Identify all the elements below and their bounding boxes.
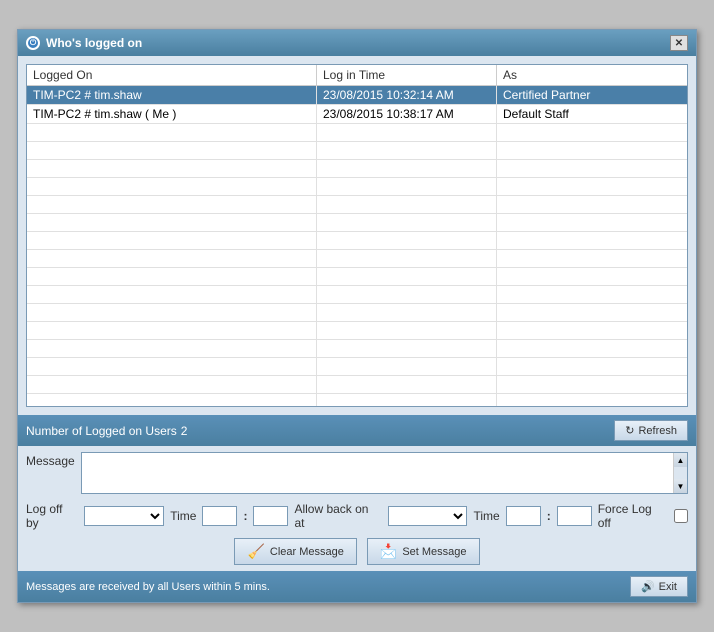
cell-logged-on-1: TIM-PC2 # tim.shaw ( Me ) (27, 105, 317, 123)
colon-separator: : (243, 509, 247, 523)
title-bar-left: ⏻ Who's logged on (26, 36, 142, 50)
table-row (27, 232, 687, 250)
message-scrollbar: ▲ ▼ (673, 453, 687, 493)
refresh-button[interactable]: ↻ Refresh (614, 420, 688, 441)
close-button[interactable]: ✕ (670, 35, 688, 51)
table-row (27, 196, 687, 214)
status-left: Number of Logged on Users 2 (26, 424, 187, 438)
message-input[interactable] (82, 453, 671, 493)
table-row (27, 304, 687, 322)
col-login-time: Log in Time (317, 65, 497, 85)
table-row (27, 178, 687, 196)
scroll-down-arrow[interactable]: ▼ (674, 479, 687, 493)
table-scroll[interactable]: TIM-PC2 # tim.shaw 23/08/2015 10:32:14 A… (27, 86, 687, 406)
main-window: ⏻ Who's logged on ✕ Logged On Log in Tim… (17, 29, 697, 603)
message-label: Message (26, 452, 75, 468)
content-area: Logged On Log in Time As TIM-PC2 # tim.s… (18, 56, 696, 415)
set-message-icon: 📩 (380, 543, 397, 560)
table-row (27, 286, 687, 304)
table-row (27, 268, 687, 286)
table-header: Logged On Log in Time As (27, 65, 687, 86)
table-row[interactable]: TIM-PC2 # tim.shaw ( Me ) 23/08/2015 10:… (27, 105, 687, 124)
force-logoff-label: Force Log off (598, 502, 668, 530)
exit-icon: 🔊 (641, 580, 655, 593)
table-row[interactable]: TIM-PC2 # tim.shaw 23/08/2015 10:32:14 A… (27, 86, 687, 105)
logged-on-label: Number of Logged on Users (26, 424, 177, 438)
cell-login-time-0: 23/08/2015 10:32:14 AM (317, 86, 497, 104)
logoff-minute-input[interactable] (253, 506, 288, 526)
footer-message: Messages are received by all Users withi… (26, 581, 270, 593)
table-row (27, 394, 687, 406)
cell-login-time-1: 23/08/2015 10:38:17 AM (317, 105, 497, 123)
set-message-button[interactable]: 📩 Set Message (367, 538, 480, 565)
button-row: 🧹 Clear Message 📩 Set Message (18, 534, 696, 571)
window-title: Who's logged on (46, 36, 142, 50)
table-row (27, 214, 687, 232)
exit-button[interactable]: 🔊 Exit (630, 576, 688, 597)
logged-on-count: 2 (181, 424, 188, 438)
allow-minute-input[interactable] (557, 506, 592, 526)
scroll-up-arrow[interactable]: ▲ (674, 453, 687, 467)
message-textarea-container: ▲ ▼ (81, 452, 688, 494)
exit-label: Exit (659, 581, 677, 593)
clear-message-icon: 🧹 (247, 543, 264, 560)
refresh-label: Refresh (638, 425, 677, 437)
table-row (27, 376, 687, 394)
power-icon: ⏻ (26, 36, 40, 50)
allow-hour-input[interactable] (506, 506, 541, 526)
logoff-by-select[interactable] (84, 506, 164, 526)
table-row (27, 124, 687, 142)
time-label2: Time (473, 509, 499, 523)
colon-separator2: : (547, 509, 551, 523)
clear-message-button[interactable]: 🧹 Clear Message (234, 538, 356, 565)
logoff-hour-input[interactable] (202, 506, 237, 526)
clear-message-label: Clear Message (270, 546, 344, 558)
logoff-label: Log off by (26, 502, 78, 530)
time-label: Time (170, 509, 196, 523)
cell-as-0: Certified Partner (497, 86, 687, 104)
col-as: As (497, 65, 687, 85)
table-row (27, 322, 687, 340)
col-logged-on: Logged On (27, 65, 317, 85)
table-row (27, 250, 687, 268)
table-row (27, 340, 687, 358)
allow-label: Allow back on at (294, 502, 381, 530)
cell-as-1: Default Staff (497, 105, 687, 123)
refresh-icon: ↻ (625, 424, 634, 437)
message-section: Message ▲ ▼ (18, 446, 696, 498)
cell-logged-on-0: TIM-PC2 # tim.shaw (27, 86, 317, 104)
allow-back-select[interactable] (388, 506, 468, 526)
users-table-container: Logged On Log in Time As TIM-PC2 # tim.s… (26, 64, 688, 407)
bottom-bar: Messages are received by all Users withi… (18, 571, 696, 602)
table-row (27, 358, 687, 376)
set-message-label: Set Message (402, 546, 466, 558)
logoff-section: Log off by Time : Allow back on at Time … (18, 498, 696, 534)
title-bar: ⏻ Who's logged on ✕ (18, 30, 696, 56)
table-row (27, 160, 687, 178)
table-row (27, 142, 687, 160)
status-bar: Number of Logged on Users 2 ↻ Refresh (18, 415, 696, 446)
force-logoff-checkbox[interactable] (674, 509, 688, 523)
